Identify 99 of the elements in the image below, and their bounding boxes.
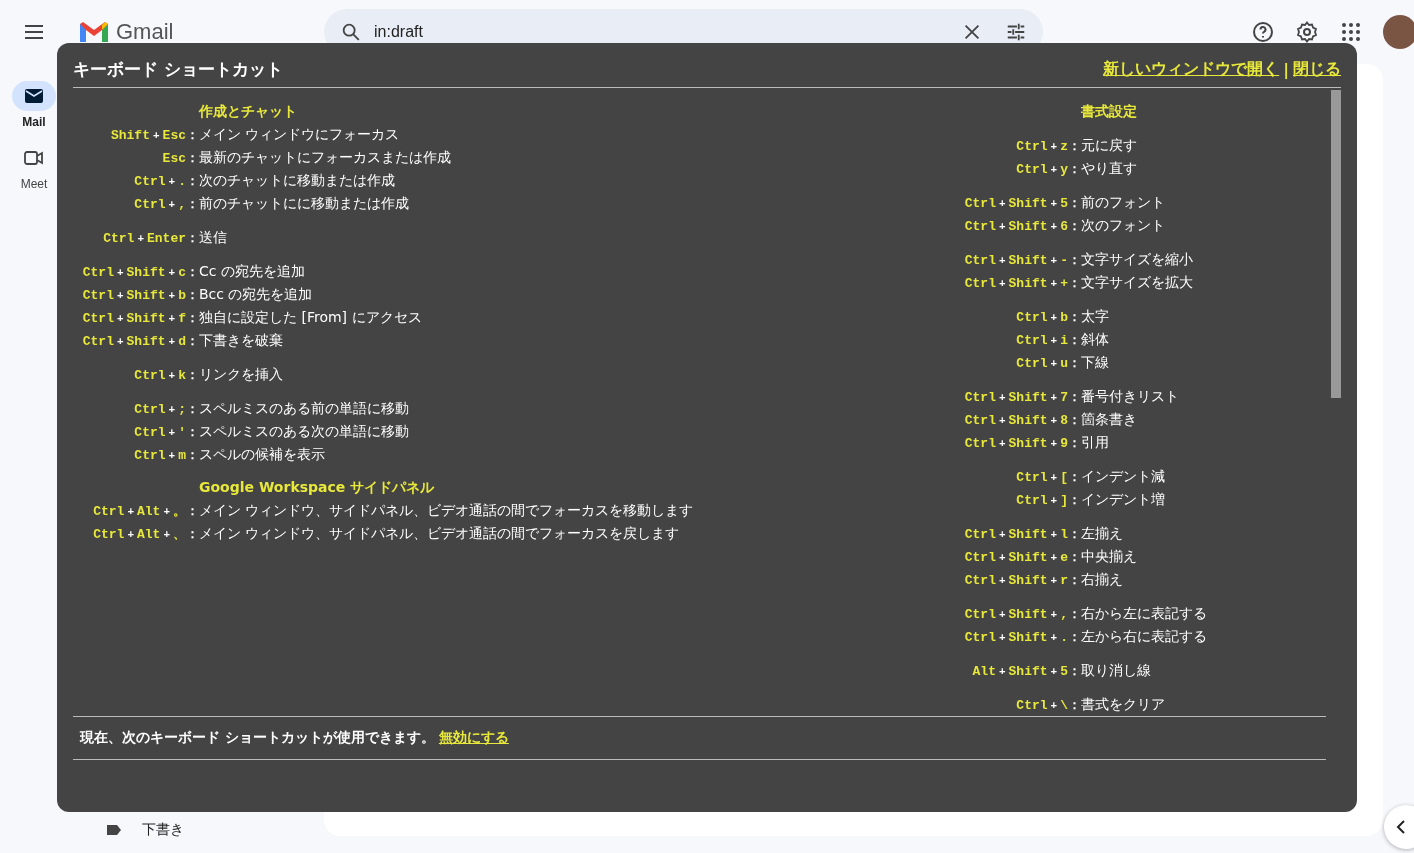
shortcut-description: スペルミスのある次の単語に移動 bbox=[199, 422, 410, 441]
disable-link[interactable]: 無効にする bbox=[438, 729, 509, 747]
shortcut-description: メイン ウィンドウ、サイドパネル、ビデオ通話の間でフォーカスを戻します bbox=[199, 524, 681, 543]
key-combo: Shift + Esc： bbox=[109, 125, 199, 144]
shortcut-description: やり直す bbox=[1081, 159, 1138, 178]
key-combo: Ctrl + y： bbox=[1015, 159, 1081, 178]
envelope-icon bbox=[25, 89, 43, 103]
rail-label: Meet bbox=[20, 177, 48, 191]
shortcut-description: 下線 bbox=[1081, 353, 1110, 372]
key-combo: Ctrl + z： bbox=[1015, 136, 1081, 155]
shortcut-description: Cc の宛先を追加 bbox=[199, 262, 306, 281]
shortcut-description: 送信 bbox=[199, 228, 228, 247]
key-combo: Ctrl + Shift + ,： bbox=[963, 604, 1081, 623]
shortcut-description: 箇条書き bbox=[1081, 410, 1138, 429]
shortcut-description: 文字サイズを縮小 bbox=[1081, 250, 1194, 269]
shortcut-description: 中央揃え bbox=[1081, 547, 1138, 566]
key-combo: Ctrl + Shift + e： bbox=[963, 547, 1081, 566]
key-combo: Ctrl + u： bbox=[1015, 353, 1081, 372]
key-combo: Ctrl + Shift + -： bbox=[963, 250, 1081, 269]
shortcut-description: 右から左に表記する bbox=[1081, 604, 1208, 623]
envelope-logo-icon bbox=[78, 20, 110, 44]
key-combo: Ctrl + Alt + 、： bbox=[92, 524, 199, 543]
shortcut-description: リンクを挿入 bbox=[199, 365, 284, 384]
shortcut-description: 引用 bbox=[1081, 433, 1110, 452]
section-heading: Google Workspace サイドパネル bbox=[199, 478, 435, 497]
status-text: 現在、次のキーボード ショートカットが使用できます。 bbox=[80, 729, 435, 747]
shortcut-description: スペルの候補を表示 bbox=[199, 445, 326, 464]
key-combo: Ctrl + Shift + r： bbox=[963, 570, 1081, 589]
search-icon[interactable] bbox=[340, 21, 362, 43]
key-combo: Ctrl + Shift + 8： bbox=[963, 410, 1081, 429]
key-combo: Ctrl + '： bbox=[133, 422, 199, 441]
key-combo: Ctrl + Shift + f： bbox=[81, 308, 199, 327]
key-combo: Ctrl + Shift + l： bbox=[963, 524, 1081, 543]
section-heading: 書式設定 bbox=[1081, 102, 1137, 121]
section-heading: 作成とチャット bbox=[199, 102, 297, 121]
shortcut-description: 最新のチャットにフォーカスまたは作成 bbox=[199, 148, 452, 167]
key-combo: Ctrl + Shift + b： bbox=[81, 285, 199, 304]
settings-icon[interactable] bbox=[1295, 20, 1319, 44]
key-combo: Ctrl + ]： bbox=[1015, 490, 1081, 509]
shortcut-description: 斜体 bbox=[1081, 330, 1110, 349]
apps-grid-icon[interactable] bbox=[1339, 20, 1363, 44]
key-combo: Ctrl + Shift + 5： bbox=[963, 193, 1081, 212]
key-combo: Ctrl + ;： bbox=[133, 399, 199, 418]
shortcut-description: 書式をクリア bbox=[1081, 695, 1166, 714]
key-combo: Ctrl + ,： bbox=[133, 194, 199, 213]
key-combo: Ctrl + Enter： bbox=[102, 228, 199, 247]
link-separator: | bbox=[1283, 59, 1289, 79]
shortcut-description: 前のチャットにに移動または作成 bbox=[199, 194, 410, 213]
avatar[interactable] bbox=[1383, 15, 1414, 49]
shortcut-description: メイン ウィンドウ、サイドパネル、ビデオ通話の間でフォーカスを移動します bbox=[199, 501, 695, 520]
rail-label: Mail bbox=[22, 115, 46, 129]
shortcut-description: 元に戻す bbox=[1081, 136, 1138, 155]
chevron-left-icon bbox=[1396, 820, 1406, 834]
shortcut-description: 右揃え bbox=[1081, 570, 1124, 589]
shortcut-description: インデント増 bbox=[1081, 490, 1166, 509]
key-combo: Ctrl + Shift + c： bbox=[81, 262, 199, 281]
key-combo: Alt + Shift + 5： bbox=[971, 661, 1081, 680]
shortcut-description: 前のフォント bbox=[1081, 193, 1166, 212]
filter-sliders-icon[interactable] bbox=[1005, 21, 1027, 43]
sidebar-item[interactable]: 下書き bbox=[68, 817, 324, 843]
rail-button[interactable] bbox=[12, 81, 56, 111]
shortcut-description: 独自に設定した [From] にアクセス bbox=[199, 308, 423, 327]
shortcut-description: 左から右に表記する bbox=[1081, 627, 1208, 646]
key-combo: Ctrl + Shift + d： bbox=[81, 331, 199, 350]
shortcut-description: 次のチャットに移動または作成 bbox=[199, 171, 396, 190]
shortcut-description: スペルミスのある前の単語に移動 bbox=[199, 399, 410, 418]
key-combo: Ctrl + Shift + 9： bbox=[963, 433, 1081, 452]
close-link[interactable]: 閉じる bbox=[1293, 58, 1341, 80]
key-combo: Ctrl + \： bbox=[1015, 695, 1081, 714]
shortcut-description: インデント減 bbox=[1081, 467, 1166, 486]
key-combo: Ctrl + .： bbox=[133, 171, 199, 190]
shortcut-description: 太字 bbox=[1081, 307, 1110, 326]
shortcut-description: 取り消し線 bbox=[1081, 661, 1152, 680]
key-combo: Ctrl + m： bbox=[133, 445, 199, 464]
label-tag-icon bbox=[106, 824, 122, 836]
shortcut-description: メイン ウィンドウにフォーカス bbox=[199, 125, 401, 144]
key-combo: Ctrl + b： bbox=[1015, 307, 1081, 326]
shortcut-description: 左揃え bbox=[1081, 524, 1124, 543]
key-combo: Ctrl + k： bbox=[133, 365, 199, 384]
key-combo: Ctrl + Shift + 6： bbox=[963, 216, 1081, 235]
shortcut-description: 下書きを破棄 bbox=[199, 331, 284, 350]
key-combo: Ctrl + Shift + +： bbox=[963, 273, 1081, 292]
key-combo: Esc： bbox=[161, 148, 199, 167]
shortcut-description: 番号付きリスト bbox=[1081, 387, 1180, 406]
app-name: Gmail bbox=[116, 19, 174, 45]
key-combo: Ctrl + Shift + .： bbox=[963, 627, 1081, 646]
key-combo: Ctrl + i： bbox=[1015, 330, 1081, 349]
video-camera-icon bbox=[24, 151, 44, 165]
search-field[interactable]: in:draft bbox=[372, 22, 951, 42]
shortcut-description: Bcc の宛先を追加 bbox=[199, 285, 314, 304]
key-combo: Ctrl + Shift + 7： bbox=[963, 387, 1081, 406]
shortcut-description: 文字サイズを拡大 bbox=[1081, 273, 1194, 292]
panel-title: キーボード ショートカット bbox=[73, 57, 283, 81]
shortcut-description: 次のフォント bbox=[1081, 216, 1166, 235]
open-in-new-window-link[interactable]: 新しいウィンドウで開く bbox=[1103, 58, 1280, 80]
help-icon[interactable] bbox=[1251, 20, 1275, 44]
scrollbar-thumb[interactable] bbox=[1331, 90, 1341, 398]
key-combo: Ctrl + Alt + 。： bbox=[92, 501, 199, 520]
key-combo: Ctrl + [： bbox=[1015, 467, 1081, 486]
